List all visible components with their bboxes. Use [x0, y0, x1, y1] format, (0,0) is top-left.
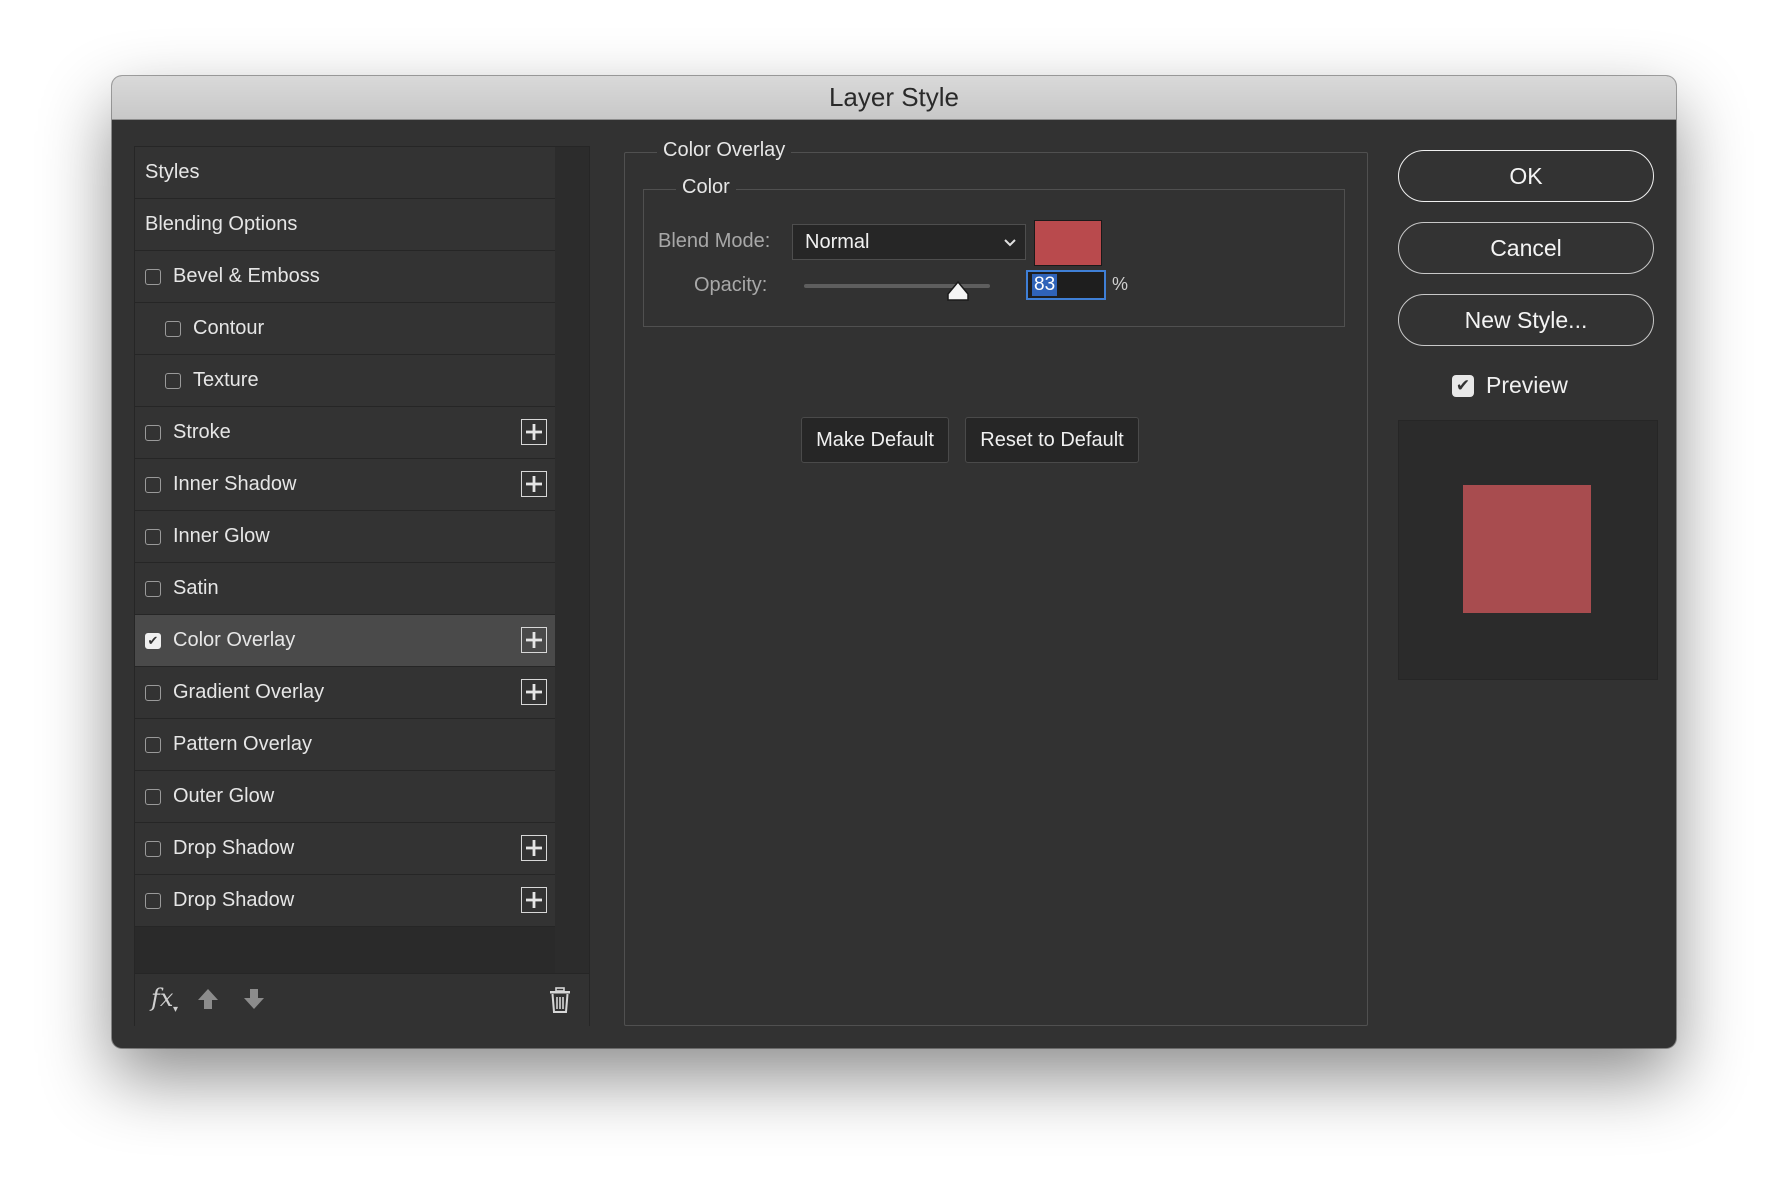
style-item-inner-glow[interactable]: Inner Glow	[135, 511, 555, 563]
style-item-satin[interactable]: Satin	[135, 563, 555, 615]
style-item-label: Contour	[193, 317, 265, 339]
cancel-button[interactable]: Cancel	[1398, 222, 1654, 274]
ok-button[interactable]: OK	[1398, 150, 1654, 202]
style-checkbox[interactable]	[145, 476, 161, 493]
layer-style-dialog: Layer Style Styles Blending Options Bevel …	[112, 76, 1676, 1048]
style-checkbox[interactable]	[145, 580, 161, 597]
section-title: Color Overlay	[657, 139, 792, 162]
group-title: Color	[676, 176, 736, 199]
move-up-icon[interactable]	[195, 986, 221, 1012]
style-checkbox[interactable]	[145, 736, 161, 753]
preview-swatch	[1463, 485, 1591, 613]
make-default-button[interactable]: Make Default	[801, 417, 949, 463]
styles-panel: Styles Blending Options Bevel & Emboss Cont…	[134, 146, 590, 1026]
style-item-stroke[interactable]: Stroke	[135, 407, 555, 459]
preview-label: Preview	[1486, 372, 1568, 398]
reset-to-default-button[interactable]: Reset to Default	[965, 417, 1139, 463]
style-checkbox[interactable]	[145, 892, 161, 909]
title-bar[interactable]: Layer Style	[112, 76, 1676, 120]
style-item-label: Color Overlay	[173, 629, 296, 651]
blend-mode-value: Normal	[805, 230, 870, 253]
style-item-label: Inner Shadow	[173, 473, 297, 495]
add-style-plus-icon[interactable]	[521, 679, 547, 705]
style-item-label: Gradient Overlay	[173, 681, 325, 703]
style-checkbox[interactable]	[145, 528, 161, 545]
style-checkbox[interactable]	[165, 372, 181, 389]
add-style-plus-icon[interactable]	[521, 887, 547, 913]
style-item-bevel-emboss[interactable]: Bevel & Emboss	[135, 251, 555, 303]
style-item-label: Drop Shadow	[173, 889, 295, 911]
style-item-contour[interactable]: Contour	[135, 303, 555, 355]
opacity-unit: %	[1112, 274, 1129, 294]
style-checkbox[interactable]	[145, 840, 161, 857]
style-item-label: Outer Glow	[173, 785, 275, 807]
style-item-pattern-overlay[interactable]: Pattern Overlay	[135, 719, 555, 771]
style-item-drop-shadow[interactable]: Drop Shadow	[135, 823, 555, 875]
style-checkbox[interactable]	[145, 268, 161, 285]
new-style-button[interactable]: New Style...	[1398, 294, 1654, 346]
blend-mode-select[interactable]: Normal	[792, 224, 1026, 260]
style-item-outer-glow[interactable]: Outer Glow	[135, 771, 555, 823]
fx-dropdown-icon: ▾	[173, 1004, 179, 1015]
style-checkbox[interactable]	[145, 788, 161, 805]
preview-checkbox[interactable]: ✔	[1452, 374, 1474, 397]
move-down-icon[interactable]	[241, 986, 267, 1012]
dialog-title: Layer Style	[828, 82, 960, 112]
opacity-input[interactable]: 83	[1026, 270, 1106, 300]
styles-list-footer: fx ▾	[135, 973, 589, 1026]
style-item-label: Bevel & Emboss	[173, 265, 320, 287]
color-overlay-panel: Color Overlay Color Blend Mode: Normal O…	[624, 139, 1368, 1026]
style-item-gradient-overlay[interactable]: Gradient Overlay	[135, 667, 555, 719]
style-checkbox[interactable]	[145, 424, 161, 441]
style-item-color-overlay[interactable]: ✔ Color Overlay	[135, 615, 555, 667]
blend-mode-label: Blend Mode:	[658, 230, 771, 252]
overlay-color-swatch[interactable]	[1034, 220, 1102, 266]
style-item-label: Blending Options	[145, 213, 298, 235]
add-style-plus-icon[interactable]	[521, 471, 547, 497]
style-item-styles[interactable]: Styles	[135, 147, 555, 199]
styles-list: Styles Blending Options Bevel & Emboss Cont…	[135, 147, 555, 927]
add-style-plus-icon[interactable]	[521, 419, 547, 445]
fx-menu-button[interactable]: fx	[151, 984, 173, 1012]
preview-box	[1398, 420, 1658, 680]
style-item-texture[interactable]: Texture	[135, 355, 555, 407]
style-item-label: Pattern Overlay	[173, 733, 312, 755]
add-style-plus-icon[interactable]	[521, 627, 547, 653]
style-checkbox[interactable]: ✔	[145, 632, 161, 649]
styles-list-scrollbar[interactable]	[555, 147, 589, 973]
preview-toggle[interactable]: ✔ Preview	[1452, 372, 1568, 399]
style-checkbox[interactable]	[145, 684, 161, 701]
style-item-label: Stroke	[173, 421, 231, 443]
style-item-label: Texture	[193, 369, 259, 391]
style-item-label: Styles	[145, 161, 200, 183]
style-item-inner-shadow[interactable]: Inner Shadow	[135, 459, 555, 511]
style-item-blending-options[interactable]: Blending Options	[135, 199, 555, 251]
trash-icon[interactable]	[549, 987, 571, 1013]
style-item-label: Satin	[173, 577, 219, 599]
style-item-label: Inner Glow	[173, 525, 270, 547]
opacity-value: 83	[1032, 274, 1058, 296]
style-item-label: Drop Shadow	[173, 837, 295, 859]
style-item-drop-shadow[interactable]: Drop Shadow	[135, 875, 555, 927]
chevron-down-icon	[1003, 231, 1017, 258]
style-checkbox[interactable]	[165, 320, 181, 337]
opacity-label: Opacity:	[694, 274, 768, 296]
add-style-plus-icon[interactable]	[521, 835, 547, 861]
color-group: Color Blend Mode: Normal Opacity: 83 %	[643, 176, 1345, 327]
